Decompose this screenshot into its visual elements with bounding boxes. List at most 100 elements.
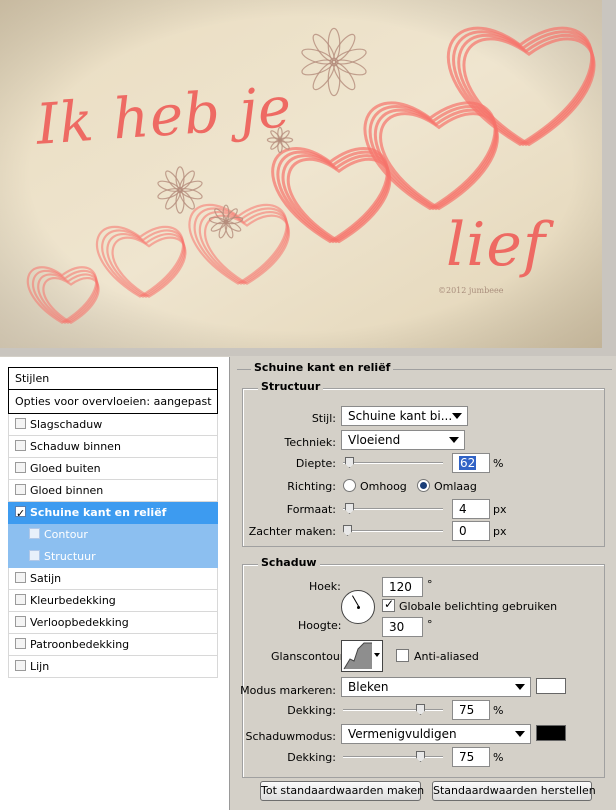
shadow-mode-select[interactable]: Vermenigvuldigen [341,724,531,744]
shading-group [242,564,605,778]
shading-title: Schaduw [258,556,320,569]
section-title: Schuine kant en reliëf [251,361,394,374]
highlight-opacity-input[interactable]: 75 [452,700,490,720]
style-item-patroonbedekking[interactable]: Patroonbedekking [8,634,218,656]
style-item-structuur[interactable]: Structuur [8,546,218,568]
direction-down-label[interactable]: Omlaag [434,480,477,493]
highlight-mode-label: Modus markeren: [240,684,336,697]
style-item-checkbox[interactable] [15,572,26,583]
style-item-checkbox[interactable] [29,550,40,561]
make-default-button[interactable]: Tot standaardwaarden maken [260,781,424,801]
anti-aliased-label[interactable]: Anti-aliased [414,650,479,663]
style-item-label: Lijn [30,660,50,673]
style-item-checkbox[interactable] [15,594,26,605]
style-item-slagschaduw[interactable]: Slagschaduw [8,414,218,436]
bevel-emboss-options: Schuine kant en reliëf Structuur Stijl: … [231,357,616,810]
size-input[interactable]: 4 [452,499,490,519]
chevron-down-icon [515,731,525,737]
direction-down-radio[interactable] [417,479,430,492]
highlight-opacity-unit: % [493,704,504,717]
style-item-checkbox[interactable] [15,418,26,429]
shadow-mode-value: Vermenigvuldigen [348,727,457,741]
gloss-contour-picker[interactable] [341,640,383,672]
style-item-checkbox[interactable] [15,638,26,649]
style-item-checkbox[interactable] [15,484,26,495]
angle-dial-hand [352,595,360,608]
altitude-unit: ° [427,618,433,631]
style-item-schaduw-binnen[interactable]: Schaduw binnen [8,436,218,458]
highlight-mode-value: Bleken [348,680,389,694]
shadow-opacity-unit: % [493,751,504,764]
depth-slider-thumb[interactable] [345,457,354,468]
styles-panel: Stijlen Opties voor overvloeien: aangepa… [0,357,230,810]
technique-label: Techniek: [284,436,336,449]
soften-label: Zachter maken: [248,525,336,538]
style-item-verloopbedekking[interactable]: Verloopbedekking [8,612,218,634]
chevron-down-icon [515,684,525,690]
gloss-contour-label: Glanscontour: [271,650,348,663]
highlight-opacity-slider[interactable] [343,704,443,716]
size-label: Formaat: [286,503,336,516]
altitude-input[interactable]: 30 [382,617,423,637]
global-light-label[interactable]: Globale belichting gebruiken [399,600,557,613]
direction-up-label[interactable]: Omhoog [360,480,407,493]
style-item-contour[interactable]: Contour [8,524,218,546]
shadow-opacity-input[interactable]: 75 [452,747,490,767]
style-item-checkbox[interactable] [15,616,26,627]
styles-header[interactable]: Stijlen [8,367,218,390]
artwork-canvas: Ik heb je lief ©2012 jumbeee [0,0,616,356]
style-item-checkbox[interactable] [15,440,26,451]
soften-input[interactable]: 0 [452,521,490,541]
angle-input[interactable]: 120 [382,577,423,597]
artwork-copyright: ©2012 jumbeee [438,286,504,295]
styles-list: Stijlen Opties voor overvloeien: aangepa… [8,367,218,810]
style-item-label: Structuur [44,550,96,563]
contour-curve-icon [343,642,372,670]
depth-input[interactable]: 62 [452,453,490,473]
style-item-label: Contour [44,528,88,541]
chevron-down-icon [374,653,380,657]
shadow-opacity-thumb[interactable] [416,751,425,762]
angle-dial[interactable] [341,590,375,624]
style-item-satijn[interactable]: Satijn [8,568,218,590]
style-item-checkbox[interactable] [15,503,26,523]
style-item-schuine-kant-en-reli-f[interactable]: Schuine kant en reliëf [8,502,218,524]
style-label: Stijl: [311,412,336,425]
direction-up-radio[interactable] [343,479,356,492]
artwork-graphics [0,0,602,348]
style-item-label: Slagschaduw [30,418,103,431]
size-slider-thumb[interactable] [345,503,354,514]
style-select[interactable]: Schuine kant bi... [341,406,468,426]
artwork-text-line2: lief [446,210,547,280]
style-item-gloed-binnen[interactable]: Gloed binnen [8,480,218,502]
size-slider[interactable] [343,503,443,515]
highlight-mode-select[interactable]: Bleken [341,677,531,697]
style-item-lijn[interactable]: Lijn [8,656,218,678]
soften-slider[interactable] [343,525,443,537]
reset-default-button[interactable]: Standaardwaarden herstellen [432,781,596,801]
style-item-gloed-buiten[interactable]: Gloed buiten [8,458,218,480]
depth-slider[interactable] [343,457,443,469]
structure-title: Structuur [258,380,324,393]
angle-label: Hoek: [309,580,341,593]
technique-select[interactable]: Vloeiend [341,430,465,450]
angle-unit: ° [427,578,433,591]
style-item-label: Schaduw binnen [30,440,121,453]
blend-options-item[interactable]: Opties voor overvloeien: aangepast [8,390,218,414]
style-item-kleurbedekking[interactable]: Kleurbedekking [8,590,218,612]
global-light-checkbox[interactable] [382,597,395,612]
style-item-label: Kleurbedekking [30,594,116,607]
style-item-checkbox[interactable] [15,660,26,671]
style-item-label: Patroonbedekking [30,638,130,651]
anti-aliased-checkbox[interactable] [396,649,409,662]
highlight-opacity-thumb[interactable] [416,704,425,715]
shadow-color-swatch[interactable] [536,725,566,741]
shadow-opacity-slider[interactable] [343,751,443,763]
style-item-label: Gloed buiten [30,462,101,475]
shadow-opacity-label: Dekking: [287,751,336,764]
soften-slider-thumb[interactable] [343,525,352,536]
style-item-checkbox[interactable] [15,462,26,473]
style-item-checkbox[interactable] [29,528,40,539]
soften-unit: px [493,525,507,538]
highlight-color-swatch[interactable] [536,678,566,694]
